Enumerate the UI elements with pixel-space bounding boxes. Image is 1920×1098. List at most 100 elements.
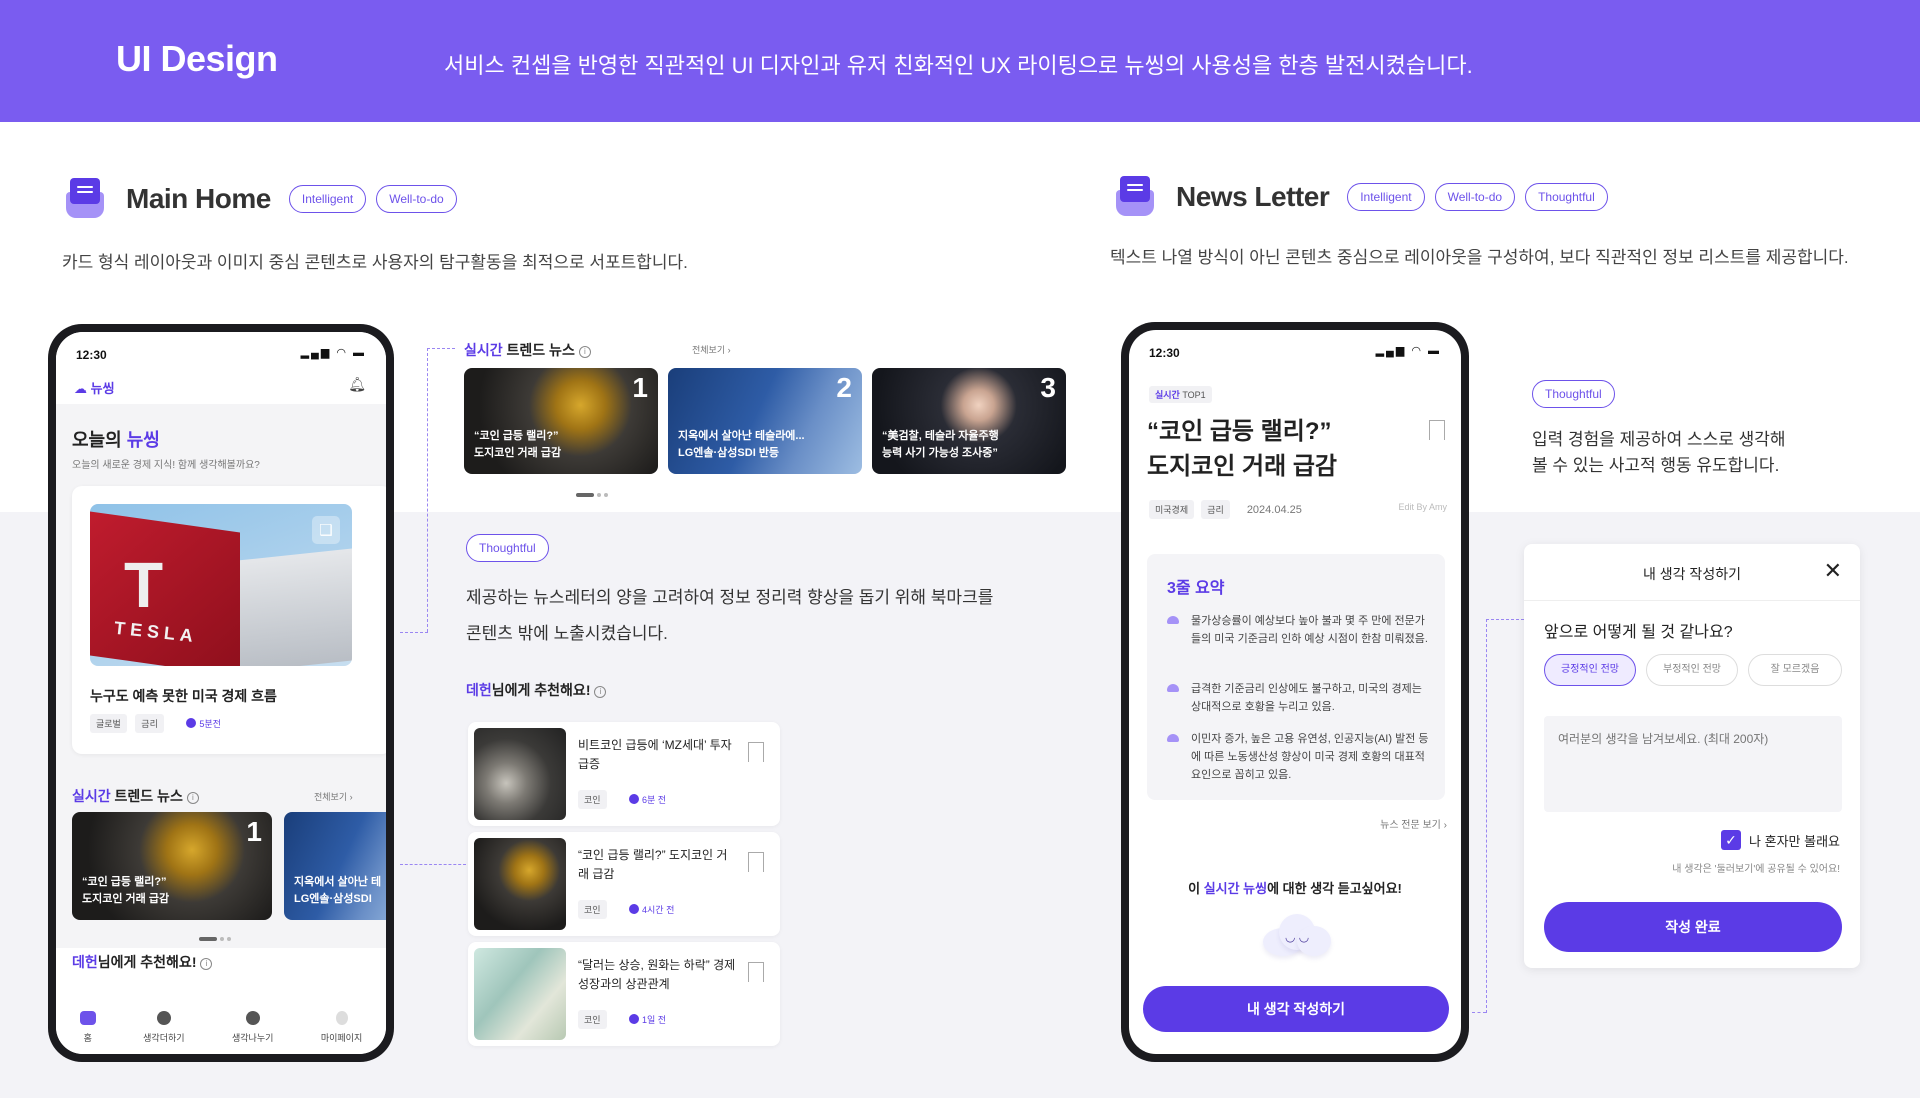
status-time: 12:30 xyxy=(76,348,107,362)
tag: 글로벌 xyxy=(90,714,127,733)
bell-icon[interactable]: 🔔︎ xyxy=(348,376,366,393)
home-screen: 12:30 ▂▄▆ ◠ ▬ ☁ 뉴씽 🔔︎ 오늘의 뉴씽 오늘의 새로운 경제 … xyxy=(56,332,386,1054)
connector-line xyxy=(427,348,455,349)
add-thought-icon xyxy=(156,1010,171,1025)
app-logo[interactable]: ☁ 뉴씽 xyxy=(74,378,115,397)
recommend-title: “코인 급등 랠리?” 도지코인 거래 급감 xyxy=(578,848,728,881)
pill-thoughtful: Thoughtful xyxy=(1525,183,1608,211)
rank-number: 1 xyxy=(632,372,648,403)
article-meta: 미국경제 금리 2024.04.25 xyxy=(1149,500,1302,519)
trend-card-caption: 지옥에서 살아난 테슬라에... LG엔솔·삼성SDI 반등 xyxy=(678,430,805,459)
main-news-card[interactable]: T TESLA ❑ 누구도 예측 못한 미국 경제 흐름 글로벌 금리 5분전 xyxy=(72,486,386,754)
private-checkbox[interactable]: ✓ 나 혼자만 볼래요 xyxy=(1721,830,1840,850)
status-time: 12:30 xyxy=(1149,346,1180,360)
news-letter-header: News Letter Intelligent Well-to-do Thoug… xyxy=(1112,176,1618,218)
status-icons: ▂▄▆ ◠ ▬ xyxy=(300,347,366,359)
page-title: UI Design xyxy=(116,38,278,79)
write-thought-modal: 내 생각 작성하기 ✕ 앞으로 어떻게 될 것 같나요? 긍정적인 전망 부정적… xyxy=(1524,544,1860,968)
recommend-card-3[interactable]: “달러는 상승, 원화는 하락” 경제성장과의 상관관계 코인 1일 전 xyxy=(468,942,780,1046)
newsletter-phone-mockup: 12:30 ▂▄▆ ◠ ▬ 실시간 TOP1 “코인 급등 랠리?” 도지코인 … xyxy=(1121,322,1469,1062)
recommend-card-2[interactable]: “코인 급등 랠리?” 도지코인 거래 급감 코인 4시간 전 xyxy=(468,832,780,936)
trend-card-3[interactable]: 3 “美검찰, 테슬라 자율주행 능력 사기 가능성 조사중” xyxy=(872,368,1066,474)
write-thought-button[interactable]: 내 생각 작성하기 xyxy=(1143,986,1449,1032)
tesla-image: T TESLA ❑ xyxy=(90,504,352,666)
option-positive[interactable]: 긍정적인 전망 xyxy=(1544,654,1636,686)
summary-item: 이민자 증가, 높은 고용 유연성, 인공지능(AI) 발전 등에 따른 노동생… xyxy=(1167,730,1429,784)
recommend-meta: 코인 6분 전 xyxy=(578,790,666,809)
home-icon xyxy=(79,1010,96,1025)
recommend-title: 비트코인 급등에 ‘MZ세대’ 투자 급증 xyxy=(578,738,732,771)
tab-home[interactable]: 홈 xyxy=(79,1010,96,1044)
connector-line xyxy=(1472,1012,1486,1013)
rank-number: 1 xyxy=(246,816,262,847)
option-negative[interactable]: 부정적인 전망 xyxy=(1646,654,1738,686)
trend-heading: 실시간 트렌드 뉴스 i xyxy=(72,786,199,806)
recommend-card-1[interactable]: 비트코인 급등에 ‘MZ세대’ 투자 급증 코인 6분 전 xyxy=(468,722,780,826)
check-icon: ✓ xyxy=(1721,830,1742,850)
clock-icon xyxy=(186,718,197,728)
trend-card-2[interactable]: 2 지옥에서 살아난 테슬라에... LG엔솔·삼성SDI 반등 xyxy=(668,368,862,474)
trend-card-1[interactable]: 1 “코인 급등 랠리?” 도지코인 거래 급감 xyxy=(72,812,272,920)
bookmark-icon[interactable]: ❑ xyxy=(312,516,340,544)
carousel-dots xyxy=(199,928,234,946)
bookmark-icon[interactable] xyxy=(1429,420,1445,440)
editor-credit: Edit By Amy xyxy=(1398,502,1447,512)
see-all-link[interactable]: 전체보기 › xyxy=(314,790,353,803)
trend-card-caption: 지옥에서 살아난 테 LG엔솔·삼성SDI xyxy=(294,876,382,905)
connector-line xyxy=(1486,619,1524,620)
newsletter-icon xyxy=(1112,176,1154,218)
bookmark-icon[interactable] xyxy=(748,962,764,982)
connector-line xyxy=(400,632,428,633)
connector-line xyxy=(400,864,466,865)
option-unsure[interactable]: 잘 모르겠음 xyxy=(1748,654,1842,686)
thought-input[interactable] xyxy=(1544,716,1842,812)
home-phone-mockup: 12:30 ▂▄▆ ◠ ▬ ☁ 뉴씽 🔔︎ 오늘의 뉴씽 오늘의 새로운 경제 … xyxy=(48,324,394,1062)
trend-card-caption: “코인 급등 랠리?” 도지코인 거래 급감 xyxy=(82,876,170,905)
coin-image xyxy=(474,838,566,930)
pill-thoughtful: Thoughtful xyxy=(1532,380,1615,408)
see-all-link[interactable]: 전체보기 › xyxy=(692,343,731,356)
main-home-description: 카드 형식 레이아웃과 이미지 중심 콘텐츠로 사용자의 탐구활동을 최적으로 … xyxy=(62,253,688,272)
bookmark-icon[interactable] xyxy=(748,742,764,762)
bookmark-description: 제공하는 뉴스레터의 양을 고려하여 정보 정리력 향상을 돕기 위해 북마크를… xyxy=(466,588,994,643)
connector-line xyxy=(1486,619,1487,1013)
trend-heading: 실시간 트렌드 뉴스 i xyxy=(464,340,591,360)
news-letter-description: 텍스트 나열 방식이 아닌 콘텐츠 중심으로 레이아웃을 구성하여, 보다 직관… xyxy=(1110,248,1849,267)
recommend-title: “달러는 상승, 원화는 하락” 경제성장과의 상관관계 xyxy=(578,958,736,991)
submit-button[interactable]: 작성 완료 xyxy=(1544,902,1842,952)
tag: 금리 xyxy=(135,714,164,733)
page-subtitle: 서비스 컨셉을 반영한 직관적인 UI 디자인과 유저 친화적인 UX 라이팅으… xyxy=(444,53,1473,78)
main-card-meta: 글로벌 금리 5분전 xyxy=(90,714,221,733)
recommend-heading: 데헌님에게 추천해요! i xyxy=(72,952,213,972)
bookmark-icon[interactable] xyxy=(748,852,764,872)
full-article-link[interactable]: 뉴스 전문 보기 › xyxy=(1380,816,1447,831)
time-label: 5분전 xyxy=(186,718,221,729)
money-image xyxy=(474,948,566,1040)
news-letter-title: News Letter xyxy=(1176,181,1330,212)
summary-item: 물가상승률이 예상보다 높아 불과 몇 주 만에 전문가들의 미국 기준금리 인… xyxy=(1167,612,1429,648)
clock-icon xyxy=(629,794,640,804)
pill-intelligent: Intelligent xyxy=(1347,183,1425,211)
cloud-bullet-icon xyxy=(1167,684,1179,692)
tab-add-thought[interactable]: 생각더하기 xyxy=(143,1010,185,1044)
share-thought-icon xyxy=(245,1010,260,1025)
main-home-header: Main Home Intelligent Well-to-do xyxy=(62,178,467,220)
close-icon[interactable]: ✕ xyxy=(1824,558,1842,584)
connector-line xyxy=(427,348,428,632)
modal-question: 앞으로 어떻게 될 것 같나요? xyxy=(1544,624,1733,641)
bottom-tab-bar: 홈 생각더하기 생각나누기 마이페이지 xyxy=(56,1000,386,1054)
trend-card-1[interactable]: 1 “코인 급등 랠리?” 도지코인 거래 급감 xyxy=(464,368,658,474)
tab-share-thought[interactable]: 생각나누기 xyxy=(232,1010,273,1044)
trend-card-2[interactable]: 지옥에서 살아난 테 LG엔솔·삼성SDI xyxy=(284,812,386,920)
info-icon: i xyxy=(186,792,199,804)
rank-number: 2 xyxy=(836,372,852,403)
info-icon: i xyxy=(200,958,213,970)
cloud-mascot-icon: ◡ ◡ xyxy=(1257,910,1333,958)
clock-icon xyxy=(629,1014,640,1024)
bitcoin-image xyxy=(474,728,566,820)
summary-title: 3줄 요약 xyxy=(1167,580,1225,597)
recommend-heading: 데헌님에게 추천해요! i xyxy=(466,680,607,700)
status-icons: ▂▄▆ ◠ ▬ xyxy=(1375,345,1441,357)
tab-mypage[interactable]: 마이페이지 xyxy=(321,1010,362,1044)
input-description: 입력 경험을 제공하여 스스로 생각해 볼 수 있는 사고적 행동 유도합니다. xyxy=(1532,430,1786,475)
